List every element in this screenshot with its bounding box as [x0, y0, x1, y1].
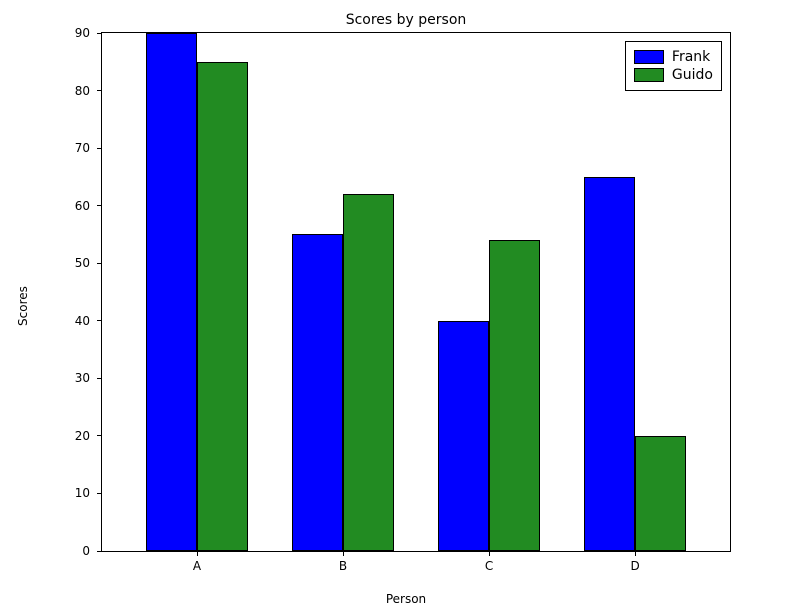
y-tickmark	[97, 320, 102, 321]
y-tickmark	[97, 90, 102, 91]
bar-guido-D	[635, 436, 686, 551]
y-tick-label: 20	[60, 429, 90, 443]
y-tick-label: 10	[60, 486, 90, 500]
legend: Frank Guido	[625, 41, 722, 91]
plot-area	[102, 33, 730, 551]
y-axis-label: Scores	[16, 286, 30, 326]
bar-frank-D	[584, 177, 635, 551]
y-axis-label-wrap: Scores	[16, 0, 30, 612]
y-tickmark	[97, 33, 102, 34]
y-tickmark	[97, 148, 102, 149]
legend-label-frank: Frank	[672, 48, 710, 66]
x-tickmark	[489, 551, 490, 556]
x-tickmark	[197, 551, 198, 556]
legend-item-frank: Frank	[634, 48, 713, 66]
y-tickmark	[97, 435, 102, 436]
bar-guido-B	[343, 194, 394, 551]
y-tickmark	[97, 493, 102, 494]
legend-swatch-frank	[634, 50, 664, 64]
x-tick-label: A	[193, 559, 201, 573]
y-tickmark	[97, 378, 102, 379]
y-tickmark	[97, 205, 102, 206]
x-axis-label: Person	[0, 592, 812, 606]
bar-guido-A	[197, 62, 248, 551]
y-tick-label: 80	[60, 84, 90, 98]
y-tick-label: 70	[60, 141, 90, 155]
x-tick-label: D	[630, 559, 639, 573]
legend-label-guido: Guido	[672, 66, 713, 84]
x-tickmark	[635, 551, 636, 556]
x-tick-label: B	[339, 559, 347, 573]
bar-frank-B	[292, 234, 343, 551]
legend-swatch-guido	[634, 68, 664, 82]
y-tickmark	[97, 263, 102, 264]
chart-title: Scores by person	[0, 12, 812, 28]
y-tick-label: 60	[60, 199, 90, 213]
y-tick-label: 30	[60, 371, 90, 385]
bar-frank-C	[438, 321, 489, 551]
y-tick-label: 90	[60, 26, 90, 40]
bar-guido-C	[489, 240, 540, 551]
y-tick-label: 50	[60, 256, 90, 270]
y-tick-label: 0	[60, 544, 90, 558]
x-tickmark	[343, 551, 344, 556]
figure: Scores by person Scores Frank Guido 0102…	[0, 0, 812, 612]
axes: Frank Guido 0102030405060708090ABCD	[101, 32, 731, 552]
y-tick-label: 40	[60, 314, 90, 328]
x-tick-label: C	[485, 559, 493, 573]
y-tickmark	[97, 551, 102, 552]
bar-frank-A	[146, 33, 197, 551]
legend-item-guido: Guido	[634, 66, 713, 84]
